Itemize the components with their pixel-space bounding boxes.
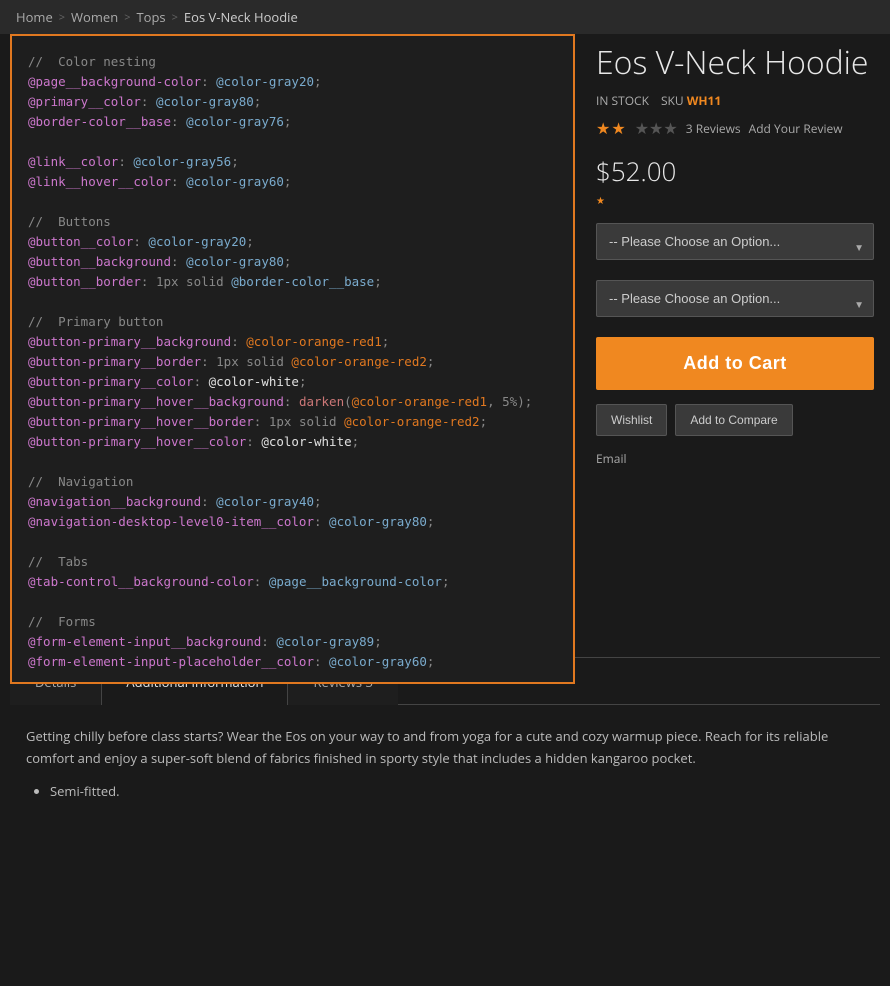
code-line-4a: @button-primary__background	[28, 334, 231, 349]
action-row: Wishlist Add to Compare	[596, 404, 874, 436]
breadcrumb-sep-1: >	[59, 10, 65, 25]
email-link[interactable]: Email	[596, 450, 874, 467]
tab-bullet-1: Semi-fitted.	[50, 780, 864, 802]
breadcrumb-sep-3: >	[172, 10, 178, 25]
product-meta: IN STOCK SKU WH11	[596, 92, 874, 109]
breadcrumb: Home > Women > Tops > Eos V-Neck Hoodie	[0, 0, 890, 34]
breadcrumb-sep-2: >	[124, 10, 130, 25]
code-line-3b: @button__background	[28, 254, 171, 269]
code-line-3a: @button__color	[28, 234, 133, 249]
main-content: // Color nesting @page__background-color…	[0, 34, 890, 485]
breadcrumb-home[interactable]: Home	[16, 8, 53, 26]
code-comment-2: // Buttons	[28, 214, 111, 229]
breadcrumb-current: Eos V-Neck Hoodie	[184, 8, 298, 26]
stock-status: IN STOCK	[596, 92, 649, 109]
code-line-2a: @link__color	[28, 154, 118, 169]
code-line-2b: @link__hover__color	[28, 174, 171, 189]
code-line-4c: @button-primary__color	[28, 374, 194, 389]
code-comment-3: // Primary button	[28, 314, 163, 329]
stars-filled: ★★	[596, 117, 627, 139]
code-line-5a: @navigation__background	[28, 494, 201, 509]
code-line-4d: @button-primary__hover__background	[28, 394, 284, 409]
tab-bullets: Semi-fitted.	[50, 780, 864, 802]
code-line-4f: @button-primary__hover__color	[28, 434, 246, 449]
code-comment-1: // Color nesting	[28, 54, 156, 69]
code-line-4b: @button-primary__border	[28, 354, 201, 369]
code-line-1b: @primary__color	[28, 94, 141, 109]
tab-description: Getting chilly before class starts? Wear…	[26, 725, 864, 769]
code-line-4e: @button-primary__hover__border	[28, 414, 254, 429]
price-star: ★	[596, 193, 874, 207]
sku-label: SKU WH11	[661, 92, 721, 109]
size-select-wrapper: -- Please Choose an Option... XS S M L X…	[596, 223, 874, 270]
code-panel: // Color nesting @page__background-color…	[10, 34, 575, 684]
breadcrumb-women[interactable]: Women	[71, 8, 118, 26]
rating-row: ★★★★★ 3 Reviews Add Your Review	[596, 117, 874, 139]
add-to-cart-button[interactable]: Add to Cart	[596, 337, 874, 390]
code-line-5b: @navigation-desktop-level0-item__color	[28, 514, 314, 529]
breadcrumb-tops[interactable]: Tops	[136, 8, 165, 26]
wishlist-button[interactable]: Wishlist	[596, 404, 667, 436]
add-review-link[interactable]: Add Your Review	[749, 120, 843, 137]
code-line-1c: @border-color__base	[28, 114, 171, 129]
code-line-7b: @form-element-input-placeholder__color	[28, 654, 314, 669]
code-comment-4: // Navigation	[28, 474, 133, 489]
color-select-wrapper: -- Please Choose an Option... Blue Gray …	[596, 280, 874, 327]
stars-empty: ★★★	[635, 117, 678, 139]
code-line-3c: @button__border	[28, 274, 141, 289]
code-comment-5: // Tabs	[28, 554, 88, 569]
reviews-count: 3 Reviews	[686, 120, 741, 137]
sku-value: WH11	[687, 92, 722, 109]
code-line-7a: @form-element-input__background	[28, 634, 261, 649]
color-select[interactable]: -- Please Choose an Option... Blue Gray …	[596, 280, 874, 317]
code-line-1a: @page__background-color	[28, 74, 201, 89]
product-title: Eos V-Neck Hoodie	[596, 44, 874, 82]
code-line-6a: @tab-control__background-color	[28, 574, 254, 589]
product-panel: Eos V-Neck Hoodie IN STOCK SKU WH11 ★★★★…	[580, 34, 890, 485]
code-comment-6: // Forms	[28, 614, 96, 629]
product-price: $52.00	[596, 153, 874, 189]
size-select[interactable]: -- Please Choose an Option... XS S M L X…	[596, 223, 874, 260]
tab-content: Getting chilly before class starts? Wear…	[10, 705, 880, 825]
compare-button[interactable]: Add to Compare	[675, 404, 792, 436]
